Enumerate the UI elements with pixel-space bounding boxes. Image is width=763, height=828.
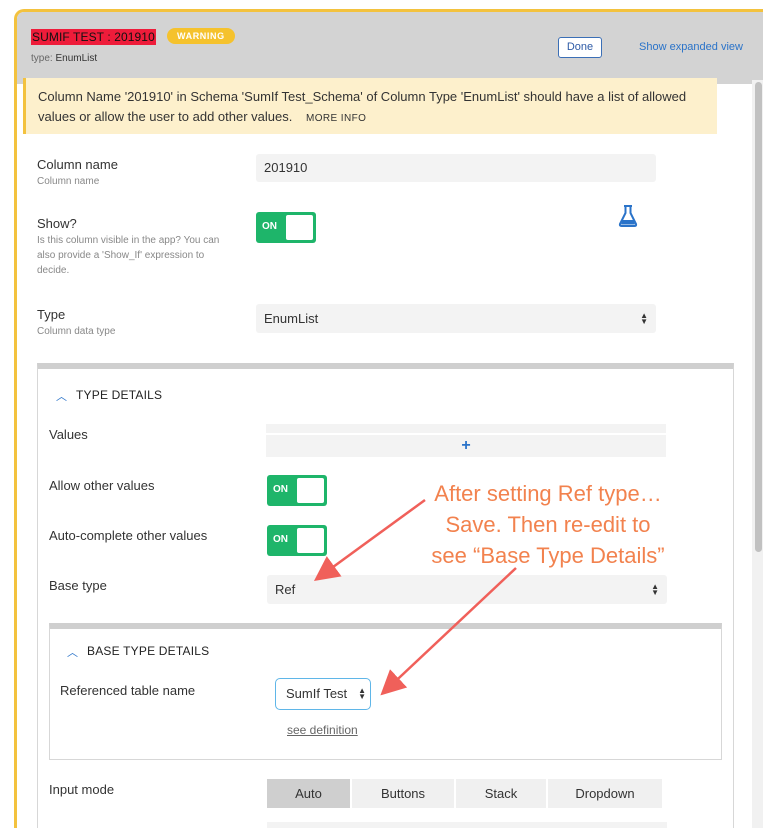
autocomplete-label: Auto-complete other values <box>49 528 208 543</box>
annotation-callout: After setting Ref type… Save. Then re-ed… <box>431 481 665 568</box>
column-name-input[interactable]: 201910 <box>256 154 656 182</box>
input-mode-dropdown[interactable]: Dropdown <box>548 779 662 808</box>
column-type-caption: type: EnumList <box>31 53 98 64</box>
next-field[interactable] <box>267 822 667 828</box>
allow-other-toggle[interactable]: ON <box>267 475 327 506</box>
values-label: Values <box>49 427 88 442</box>
warning-alert: Column Name '201910' in Schema 'SumIf Te… <box>23 78 717 134</box>
show-expanded-view-link[interactable]: Show expanded view <box>639 41 743 53</box>
panel-header: SUMIF TEST : 201910 WARNING type: EnumLi… <box>17 12 763 84</box>
flask-icon[interactable] <box>618 205 638 227</box>
done-button[interactable]: Done <box>558 37 602 58</box>
base-type-details-title[interactable]: BASE TYPE DETAILS <box>87 644 209 658</box>
column-title: SUMIF TEST : 201910 <box>31 29 156 45</box>
toggle-knob <box>297 528 324 553</box>
show-sub: Is this column visible in the app? You c… <box>37 235 220 276</box>
add-value-button[interactable]: + <box>266 435 666 457</box>
input-mode-stack[interactable]: Stack <box>456 779 546 808</box>
values-row <box>266 424 666 433</box>
type-sub: Column data type <box>37 326 116 337</box>
show-toggle-text: ON <box>262 221 277 232</box>
select-arrows-icon: ▲ ▼ <box>651 581 659 597</box>
type-select[interactable]: EnumList ▲ ▼ <box>256 304 656 333</box>
show-label: Show? <box>37 216 77 231</box>
more-info-link[interactable]: MORE INFO <box>306 113 366 124</box>
autocomplete-toggle[interactable]: ON <box>267 525 327 556</box>
toggle-knob <box>286 215 313 240</box>
type-details-title[interactable]: TYPE DETAILS <box>76 388 162 402</box>
see-definition-link[interactable]: see definition <box>287 723 358 737</box>
chevron-up-icon[interactable]: ︿ <box>56 388 67 404</box>
scrollbar-thumb[interactable] <box>755 82 762 552</box>
warning-badge: WARNING <box>167 28 235 44</box>
input-mode-auto[interactable]: Auto <box>267 779 350 808</box>
toggle-knob <box>297 478 324 503</box>
show-toggle[interactable]: ON <box>256 212 316 243</box>
base-type-label: Base type <box>49 578 107 593</box>
select-arrows-icon: ▲ ▼ <box>358 686 366 701</box>
input-mode-label: Input mode <box>49 782 115 797</box>
chevron-up-icon[interactable]: ︿ <box>67 644 78 660</box>
type-label: Type <box>37 307 66 322</box>
input-mode-buttons[interactable]: Buttons <box>352 779 454 808</box>
values-list: + <box>266 424 666 457</box>
base-type-select[interactable]: Ref ▲ ▼ <box>267 575 667 604</box>
ref-table-select[interactable]: SumIf Test ▲ ▼ <box>275 678 371 710</box>
ref-table-label: Referenced table name <box>60 683 196 698</box>
select-arrows-icon: ▲ ▼ <box>640 310 648 326</box>
column-name-label: Column name <box>37 157 118 172</box>
allow-other-label: Allow other values <box>49 478 155 493</box>
column-name-sub: Column name <box>37 176 100 187</box>
